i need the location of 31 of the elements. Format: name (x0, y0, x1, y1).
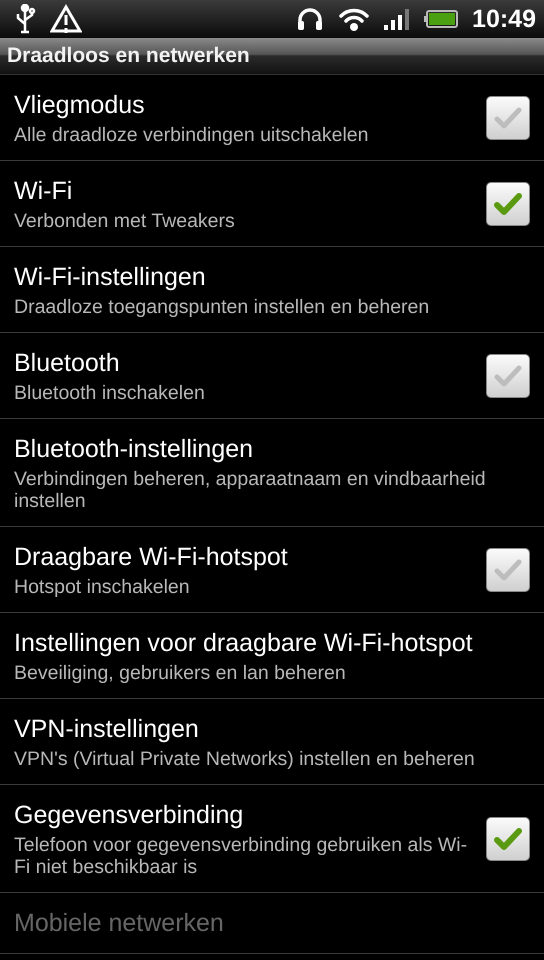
checkbox[interactable] (486, 548, 530, 592)
setting-title[interactable]: Bluetooth (14, 347, 474, 379)
setting-title[interactable]: Gegevensverbinding (14, 799, 474, 831)
checkbox[interactable] (486, 96, 530, 140)
setting-summary: Telefoon voor gegevensverbinding gebruiken als Wi-Fi niet beschikbaar is (14, 834, 468, 878)
setting-title[interactable]: Draagbare Wi-Fi-hotspot (14, 541, 474, 573)
signal-icon (384, 8, 410, 30)
checkbox[interactable] (486, 354, 530, 398)
headphones-icon (296, 6, 324, 32)
setting-summary: Bluetooth inschakelen (14, 382, 206, 404)
setting-summary: Hotspot inschakelen (14, 576, 191, 598)
warning-icon (50, 4, 82, 34)
setting-summary: VPN's (Virtual Private Networks) instellen en beheren (14, 748, 476, 770)
usb-icon (14, 4, 36, 34)
setting-title[interactable]: Vliegmodus (14, 89, 474, 121)
setting-summary: Alle draadloze verbindingen uitschakelen (14, 124, 370, 146)
setting-title[interactable]: Instellingen voor draagbare Wi-Fi-hotspot (14, 627, 530, 659)
wifi-icon (338, 6, 370, 32)
checkbox[interactable] (486, 182, 530, 226)
setting-title[interactable]: Wi-Fi (14, 175, 474, 207)
clock-time: 10:49 (472, 4, 536, 34)
setting-summary: Verbindingen beheren, apparaatnaam en vindbaarheid instellen (14, 468, 487, 512)
checkbox[interactable] (486, 816, 530, 860)
setting-summary: Beveiliging, gebruikers en lan beheren (14, 662, 347, 684)
setting-summary: Verbonden met Tweakers (14, 210, 236, 232)
setting-title[interactable]: Wi-Fi-instellingen (14, 261, 530, 293)
setting-summary: Draadloze toegangspunten instellen en beheren (14, 296, 430, 318)
section-title: Draadloos en netwerken (7, 44, 250, 68)
battery-icon (424, 10, 458, 28)
setting-title[interactable]: Bluetooth-instellingen (14, 433, 530, 465)
setting-title[interactable]: VPN-instellingen (14, 713, 530, 745)
